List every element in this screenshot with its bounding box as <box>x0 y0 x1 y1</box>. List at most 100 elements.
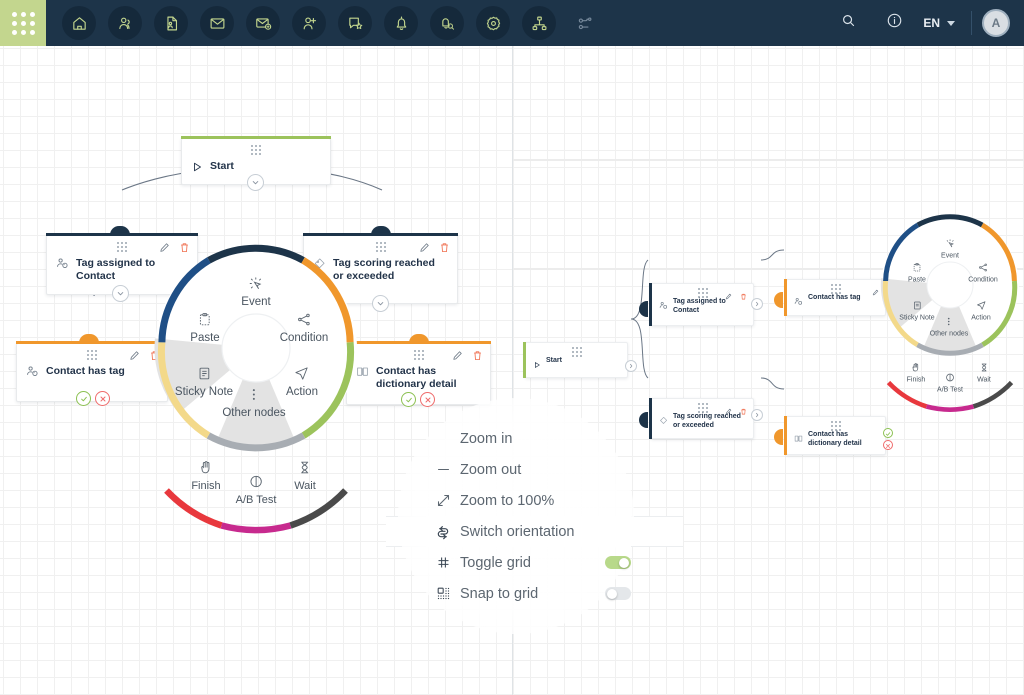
nav-structure-button[interactable] <box>522 6 556 40</box>
node-inbound-connector <box>79 334 99 343</box>
play-icon <box>533 356 541 374</box>
drag-handle[interactable] <box>831 284 841 294</box>
trash-icon[interactable] <box>439 240 450 258</box>
cross-icon <box>99 390 107 408</box>
radial-node-picker-left[interactable]: Event Condition Action Other nodes Stick… <box>148 240 364 534</box>
add-node-button-tag-assigned[interactable] <box>112 285 129 302</box>
context-menu-list: Zoom in Zoom out Zoom to 100% Switch ori… <box>386 423 683 609</box>
menu-item-zoom-in[interactable]: Zoom in <box>426 423 631 454</box>
nav-notification-search-button[interactable] <box>430 6 464 40</box>
mail-settings-icon <box>255 15 272 32</box>
drag-handle[interactable] <box>697 288 708 298</box>
hnode-actions <box>725 287 747 305</box>
info-icon <box>886 12 903 34</box>
drag-handle[interactable] <box>413 350 424 360</box>
trash-icon[interactable] <box>740 402 747 420</box>
nav-settings-button[interactable] <box>476 6 510 40</box>
hnode-tag-scoring[interactable]: Tag scoring reached or exceeded <box>649 398 754 439</box>
canvas-context-menu[interactable]: Zoom in Zoom out Zoom to 100% Switch ori… <box>386 398 683 634</box>
drag-handle[interactable] <box>251 145 261 155</box>
tag-person-icon <box>56 257 69 275</box>
drag-handle[interactable] <box>571 347 582 357</box>
home-icon <box>71 15 88 32</box>
drag-handle[interactable] <box>375 242 386 252</box>
switch-icon <box>426 524 460 540</box>
tag-person-icon <box>659 297 668 315</box>
nav-email-settings-button[interactable] <box>246 6 280 40</box>
toggle-grid-switch[interactable] <box>605 556 631 569</box>
hnode-start[interactable]: Start <box>523 342 628 378</box>
book-icon <box>794 430 803 448</box>
pencil-icon[interactable] <box>419 240 430 258</box>
menu-item-zoom-100[interactable]: Zoom to 100% <box>426 485 631 516</box>
node-label: Start <box>210 160 234 172</box>
menu-item-toggle-grid[interactable]: Toggle grid <box>426 547 631 578</box>
workflow-canvas[interactable]: Start Tag assigned to Contact Tag scorin… <box>0 46 1024 695</box>
node-actions <box>419 240 450 258</box>
sms-icon <box>347 15 364 32</box>
user-avatar[interactable]: A <box>982 9 1010 37</box>
play-icon <box>191 160 203 178</box>
trash-icon[interactable] <box>740 287 747 305</box>
drag-handle[interactable] <box>697 403 708 413</box>
branch-yes-button[interactable] <box>76 391 91 406</box>
hnode-tag-assigned[interactable]: Tag assigned to Contact <box>649 283 754 326</box>
pencil-icon[interactable] <box>452 348 463 366</box>
add-node-button-h-start[interactable] <box>625 360 637 372</box>
drag-handle[interactable] <box>87 350 97 360</box>
radial-menu-graphic <box>154 244 357 534</box>
language-selector[interactable]: EN <box>923 16 955 30</box>
node-label: Contact has tag <box>46 365 125 377</box>
radial-node-picker-right[interactable]: Event Condition Action Other nodes Stick… <box>876 211 1024 412</box>
add-node-button-tag-scoring[interactable] <box>372 295 389 312</box>
node-header <box>182 139 330 157</box>
pencil-icon[interactable] <box>725 402 732 420</box>
pencil-icon[interactable] <box>725 287 732 305</box>
hnode-contact-has-tag[interactable]: Contact has tag <box>784 279 886 316</box>
nav-home-button[interactable] <box>62 6 96 40</box>
add-node-button-h-tag-assigned[interactable] <box>751 298 763 310</box>
hnode-label: Start <box>546 357 562 364</box>
menu-label-snap-to-grid: Snap to grid <box>460 585 539 602</box>
menu-label-zoom-in: Zoom in <box>460 430 513 447</box>
node-label: Contact has dictionary detail <box>376 365 457 390</box>
pencil-icon[interactable] <box>129 348 140 366</box>
menu-label-toggle-grid: Toggle grid <box>460 554 531 571</box>
hnode-label: Contact has dictionary detail <box>808 431 862 447</box>
branch-no-button[interactable] <box>95 391 110 406</box>
menu-item-snap-to-grid[interactable]: Snap to grid <box>426 578 631 609</box>
trash-icon[interactable] <box>472 348 483 366</box>
nav-email-button[interactable] <box>200 6 234 40</box>
search-button[interactable] <box>833 8 863 38</box>
tag-score-icon <box>659 412 668 430</box>
bell-search-icon <box>439 15 456 32</box>
snap-to-grid-switch[interactable] <box>605 587 631 600</box>
hnode-actions <box>725 402 747 420</box>
topbar-divider <box>971 11 972 35</box>
drag-handle[interactable] <box>117 242 127 252</box>
menu-label-zoom-100: Zoom to 100% <box>460 492 555 509</box>
add-node-button-start[interactable] <box>247 174 264 191</box>
toggle-knob <box>607 588 617 599</box>
menu-item-zoom-out[interactable]: Zoom out <box>426 454 631 485</box>
nav-contacts-button[interactable] <box>108 6 142 40</box>
application-root: EN A Start Tag assigned to Contact Tag s… <box>0 0 1024 695</box>
drag-handle[interactable] <box>831 421 841 431</box>
nav-contact-files-button[interactable] <box>154 6 188 40</box>
menu-item-switch-orientation[interactable]: Switch orientation <box>386 516 683 547</box>
hnode-accent-bar <box>649 398 652 439</box>
nav-add-contact-button[interactable] <box>292 6 326 40</box>
add-node-button-h-tag-scoring[interactable] <box>751 409 763 421</box>
toggle-knob <box>619 557 629 568</box>
menu-label-switch-orientation: Switch orientation <box>460 523 575 540</box>
hbranch-outputs-contact-dictionary <box>883 428 893 452</box>
nav-notifications-button[interactable] <box>384 6 418 40</box>
mail-icon <box>209 15 226 32</box>
nav-workflows-button[interactable] <box>568 6 602 40</box>
nav-messages-button[interactable] <box>338 6 372 40</box>
nav-icon-group <box>56 6 608 40</box>
hnode-contact-dictionary[interactable]: Contact has dictionary detail <box>784 416 886 455</box>
branch-no-button[interactable] <box>883 440 893 450</box>
app-grid-launcher-button[interactable] <box>0 0 46 46</box>
info-button[interactable] <box>879 8 909 38</box>
